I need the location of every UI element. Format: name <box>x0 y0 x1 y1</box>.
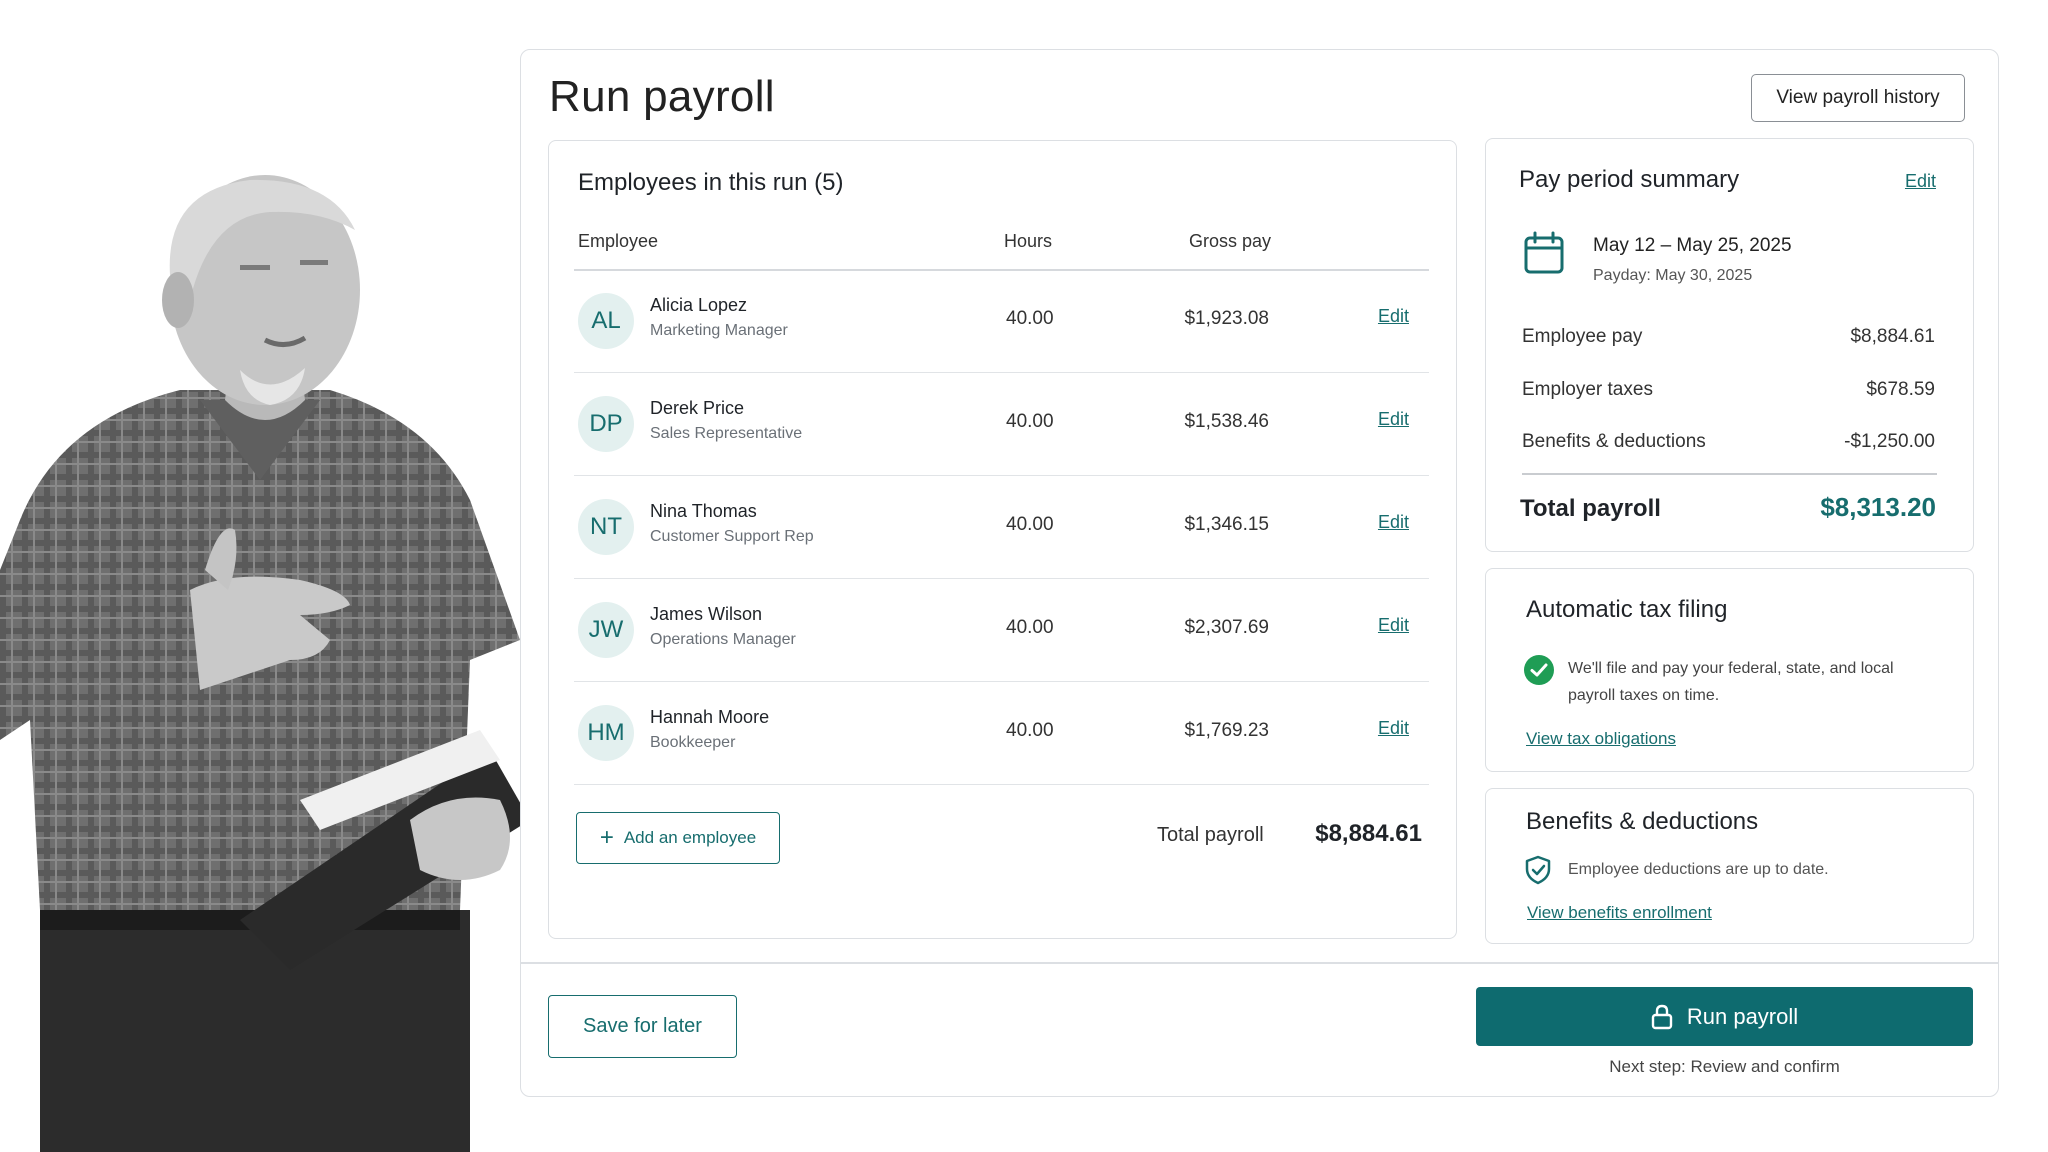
summary-line-label: Employer taxes <box>1522 379 1653 400</box>
table-row: JW James Wilson Operations Manager 40.00… <box>574 580 1429 682</box>
edit-employee-link[interactable]: Edit <box>1378 718 1409 739</box>
footer-divider <box>521 962 1998 964</box>
employee-gross-pay: $1,769.23 <box>1184 720 1269 741</box>
employee-name: James Wilson <box>650 604 763 624</box>
view-benefits-enrollment-link[interactable]: View benefits enrollment <box>1527 903 1712 923</box>
employee-hours: 40.00 <box>1006 411 1054 432</box>
employee-name: Derek Price <box>650 398 745 418</box>
run-payroll-card: Run payroll View payroll history Employe… <box>520 49 1999 1097</box>
edit-employee-link[interactable]: Edit <box>1378 409 1409 430</box>
summary-line-value: $8,884.61 <box>1850 326 1935 347</box>
benefits-deductions-card: Benefits & deductions Employee deduction… <box>1485 788 1974 944</box>
employee-role: Customer Support Rep <box>650 528 814 545</box>
summary-line-value: $678.59 <box>1866 379 1935 400</box>
check-circle-icon <box>1524 655 1554 685</box>
automatic-tax-filing-card: Automatic tax filing We'll file and pay … <box>1485 568 1974 772</box>
lock-icon <box>1651 1004 1673 1029</box>
tax-filing-title: Automatic tax filing <box>1526 596 1728 623</box>
summary-line-label: Benefits & deductions <box>1522 431 1706 452</box>
run-payroll-label: Run payroll <box>1686 1003 1799 1029</box>
summary-line-value: -$1,250.00 <box>1844 431 1935 452</box>
employee-hours: 40.00 <box>1006 720 1054 741</box>
employee-gross-pay: $1,346.15 <box>1184 514 1269 535</box>
employees-total-label: Total payroll <box>1157 824 1264 846</box>
edit-pay-period-link[interactable]: Edit <box>1905 171 1936 192</box>
employee-hours: 40.00 <box>1006 617 1054 638</box>
employee-name: Alicia Lopez <box>650 295 748 315</box>
avatar: AL <box>578 293 634 349</box>
add-employee-label: Add an employee <box>623 828 757 847</box>
column-header-hours: Hours <box>1004 231 1053 251</box>
shield-check-icon <box>1525 855 1551 885</box>
avatar: DP <box>578 396 634 452</box>
table-row: AL Alicia Lopez Marketing Manager 40.00 … <box>574 271 1429 373</box>
edit-employee-link[interactable]: Edit <box>1378 512 1409 533</box>
employee-name: Nina Thomas <box>650 501 757 521</box>
run-payroll-button[interactable]: Run payroll <box>1476 987 1973 1046</box>
employee-gross-pay: $2,307.69 <box>1184 617 1269 638</box>
add-employee-button[interactable]: + Add an employee <box>576 812 780 864</box>
pay-period-summary-card: Pay period summary Edit May 12 – May 25,… <box>1485 138 1974 552</box>
table-row: HM Hannah Moore Bookkeeper 40.00 $1,769.… <box>574 683 1429 785</box>
employee-gross-pay: $1,923.08 <box>1184 308 1269 329</box>
employee-role: Sales Representative <box>650 425 803 442</box>
pay-period-range: May 12 – May 25, 2025 <box>1593 235 1792 256</box>
employees-panel: Employees in this run (5) Employee Hours… <box>548 140 1457 939</box>
employee-hours: 40.00 <box>1006 308 1054 329</box>
summary-line-label: Employee pay <box>1522 326 1643 347</box>
summary-title: Pay period summary <box>1519 166 1740 193</box>
avatar: HM <box>578 705 634 761</box>
save-for-later-button[interactable]: Save for later <box>548 995 737 1058</box>
table-row: DP Derek Price Sales Representative 40.0… <box>574 374 1429 476</box>
page-title: Run payroll <box>549 72 775 121</box>
benefits-title: Benefits & deductions <box>1526 808 1759 835</box>
plus-icon: + <box>599 824 614 851</box>
tax-filing-description: We'll file and pay your federal, state, … <box>1568 660 1894 704</box>
employee-role: Marketing Manager <box>650 322 788 339</box>
summary-divider <box>1522 473 1937 475</box>
column-header-gross-pay: Gross pay <box>1189 231 1272 251</box>
presenter-photo <box>0 175 530 1152</box>
employee-role: Operations Manager <box>650 631 796 648</box>
summary-total-value: $8,313.20 <box>1820 492 1936 522</box>
employee-hours: 40.00 <box>1006 514 1054 535</box>
calendar-icon <box>1524 231 1564 274</box>
table-row: NT Nina Thomas Customer Support Rep 40.0… <box>574 477 1429 579</box>
edit-employee-link[interactable]: Edit <box>1378 306 1409 327</box>
avatar: NT <box>578 499 634 555</box>
next-step-text: Next step: Review and confirm <box>1609 1057 1840 1076</box>
view-payroll-history-button[interactable]: View payroll history <box>1751 74 1965 122</box>
summary-total-label: Total payroll <box>1520 495 1661 522</box>
employees-panel-title: Employees in this run (5) <box>578 169 844 196</box>
employee-gross-pay: $1,538.46 <box>1184 411 1269 432</box>
employee-name: Hannah Moore <box>650 707 770 727</box>
view-tax-obligations-link[interactable]: View tax obligations <box>1526 729 1676 749</box>
edit-employee-link[interactable]: Edit <box>1378 615 1409 636</box>
column-header-employee: Employee <box>578 231 659 251</box>
benefits-description: Employee deductions are up to date. <box>1568 861 1829 878</box>
employees-total-value: $8,884.61 <box>1315 820 1422 847</box>
employee-role: Bookkeeper <box>650 734 736 751</box>
avatar: JW <box>578 602 634 658</box>
payday-date: Payday: May 30, 2025 <box>1593 267 1753 284</box>
